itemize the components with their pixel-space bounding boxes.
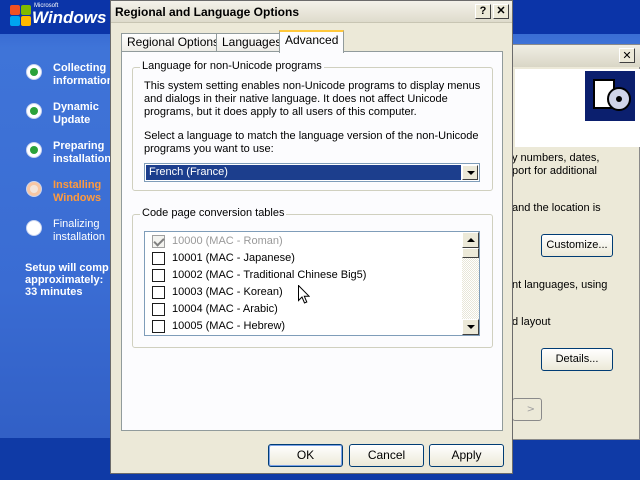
- list-item[interactable]: 10001 (MAC - Japanese): [145, 250, 461, 267]
- windows-flag-icon: [10, 5, 32, 27]
- checkbox[interactable]: [152, 252, 165, 265]
- codepage-label: 10005 (MAC - Hebrew): [172, 320, 286, 332]
- codepage-label: 10004 (MAC - Arabic): [172, 303, 278, 315]
- cancel-button[interactable]: Cancel: [349, 444, 424, 467]
- codepage-label: 10003 (MAC - Korean): [172, 286, 283, 298]
- background-dialog-titlebar: [491, 45, 640, 67]
- list-item[interactable]: 10005 (MAC - Hebrew): [145, 318, 461, 335]
- nonunicode-description: This system setting enables non-Unicode …: [144, 80, 481, 118]
- codepage-group-label: Code page conversion tables: [140, 207, 287, 219]
- details-button[interactable]: Details...: [541, 348, 613, 371]
- checkbox[interactable]: [152, 286, 165, 299]
- scroll-up-icon[interactable]: [462, 232, 479, 248]
- list-item: 10000 (MAC - Roman): [145, 233, 461, 250]
- checkbox-checked-disabled: [152, 235, 165, 248]
- background-text-4: d layout: [512, 316, 551, 328]
- logo-windows-text: Windows: [32, 8, 107, 27]
- chevron-down-icon[interactable]: [462, 165, 478, 180]
- background-text-1: y numbers, dates, port for additional: [512, 152, 600, 177]
- selected-language: French (France): [146, 165, 461, 180]
- codepage-label: 10000 (MAC - Roman): [172, 235, 283, 247]
- apply-button[interactable]: Apply: [429, 444, 504, 467]
- step-done-icon: [26, 142, 42, 158]
- dialog-title: Regional and Language Options: [115, 5, 300, 19]
- step-done-icon: [26, 64, 42, 80]
- background-text-3: nt languages, using: [512, 279, 608, 291]
- close-icon[interactable]: ✕: [619, 48, 635, 63]
- codepage-label: 10001 (MAC - Japanese): [172, 252, 295, 264]
- nonunicode-language-select[interactable]: French (France): [144, 163, 480, 182]
- help-icon[interactable]: ?: [475, 4, 491, 19]
- windows-logo: Microsoft Windows: [10, 2, 110, 32]
- scrollbar-thumb[interactable]: [462, 248, 479, 258]
- customize-button[interactable]: Customize...: [541, 234, 613, 257]
- step-pending-icon: [26, 220, 42, 236]
- nonunicode-instruction: Select a language to match the language …: [144, 130, 479, 155]
- close-icon[interactable]: ✕: [493, 4, 509, 19]
- step-current-icon: [26, 181, 42, 197]
- checkbox[interactable]: [152, 269, 165, 282]
- background-text-2: and the location is: [512, 202, 601, 214]
- tab-regional-options[interactable]: Regional Options: [121, 33, 226, 52]
- scroll-down-icon[interactable]: [462, 319, 479, 335]
- codepage-label: 10002 (MAC - Traditional Chinese Big5): [172, 269, 367, 281]
- tab-languages[interactable]: Languages: [216, 33, 288, 52]
- dialog-titlebar[interactable]: Regional and Language Options: [111, 1, 512, 23]
- vertical-scrollbar[interactable]: [462, 232, 479, 335]
- ok-button[interactable]: OK: [268, 444, 343, 467]
- checkbox[interactable]: [152, 320, 165, 333]
- setup-time-remaining: Setup will comp approximately: 33 minute…: [25, 262, 109, 298]
- step-done-icon: [26, 103, 42, 119]
- tab-advanced[interactable]: Advanced: [279, 30, 345, 53]
- software-box-cd-icon: [585, 71, 635, 121]
- list-item[interactable]: 10002 (MAC - Traditional Chinese Big5): [145, 267, 461, 284]
- nonunicode-group-label: Language for non-Unicode programs: [140, 60, 324, 72]
- mouse-pointer-icon: [298, 285, 310, 304]
- background-dialog-button-partial[interactable]: >: [512, 398, 542, 421]
- checkbox[interactable]: [152, 303, 165, 316]
- codepage-list[interactable]: 10000 (MAC - Roman) 10001 (MAC - Japanes…: [144, 231, 480, 336]
